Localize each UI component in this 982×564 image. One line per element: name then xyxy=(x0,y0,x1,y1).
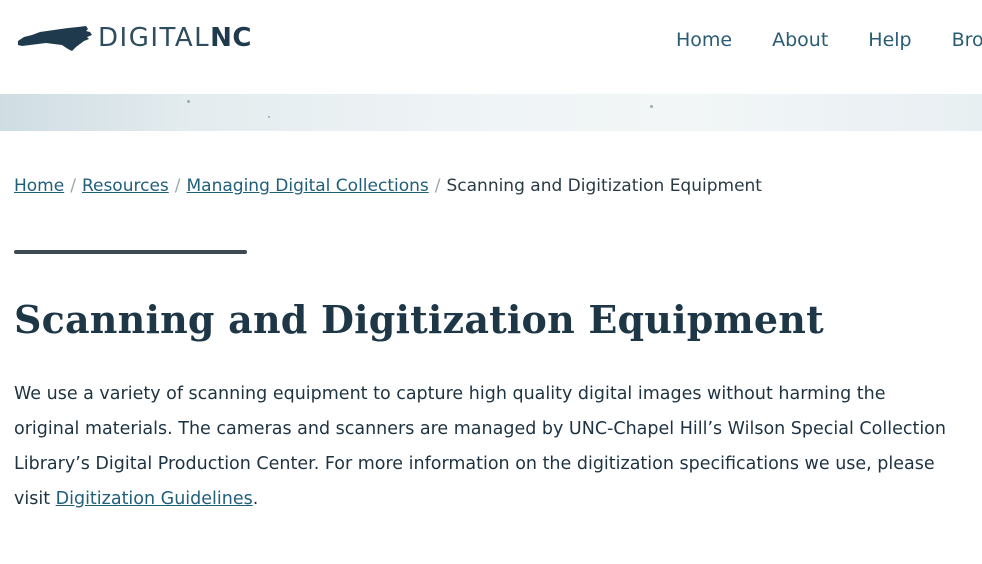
digitization-guidelines-link[interactable]: Digitization Guidelines xyxy=(56,489,253,509)
breadcrumb-separator: / xyxy=(174,176,181,196)
nav-home[interactable]: Home xyxy=(676,28,732,52)
north-carolina-map-icon xyxy=(18,26,92,51)
site-logo[interactable]: DIGITALNC xyxy=(16,22,252,54)
intro-paragraph: We use a variety of scanning equipment t… xyxy=(14,377,954,517)
banner-speck xyxy=(187,100,190,103)
intro-text-end: . xyxy=(252,489,259,509)
breadcrumb-managing-digital-collections[interactable]: Managing Digital Collections xyxy=(187,176,429,196)
breadcrumb-home[interactable]: Home xyxy=(14,176,64,196)
banner-speck xyxy=(268,116,270,118)
banner-speck xyxy=(650,105,653,108)
title-accent-rule xyxy=(14,250,247,254)
site-header: DIGITALNC Home About Help Bro xyxy=(0,0,982,94)
hero-banner xyxy=(0,94,982,131)
nav-help[interactable]: Help xyxy=(868,28,911,52)
breadcrumb-resources[interactable]: Resources xyxy=(82,176,169,196)
nav-about[interactable]: About xyxy=(772,28,828,52)
breadcrumb: Home / Resources / Managing Digital Collecti… xyxy=(14,175,762,197)
main-nav: Home About Help Bro xyxy=(676,28,982,52)
nav-browse[interactable]: Bro xyxy=(952,28,982,52)
breadcrumb-separator: / xyxy=(70,176,76,196)
logo-wordmark: DIGITALNC xyxy=(98,22,252,54)
logo-text-digital: DIGITAL xyxy=(98,23,211,53)
logo-text-nc: NC xyxy=(210,23,252,53)
breadcrumb-separator: / xyxy=(434,176,441,196)
breadcrumb-current: Scanning and Digitization Equipment xyxy=(446,176,762,196)
page-title: Scanning and Digitization Equipment xyxy=(14,297,824,342)
